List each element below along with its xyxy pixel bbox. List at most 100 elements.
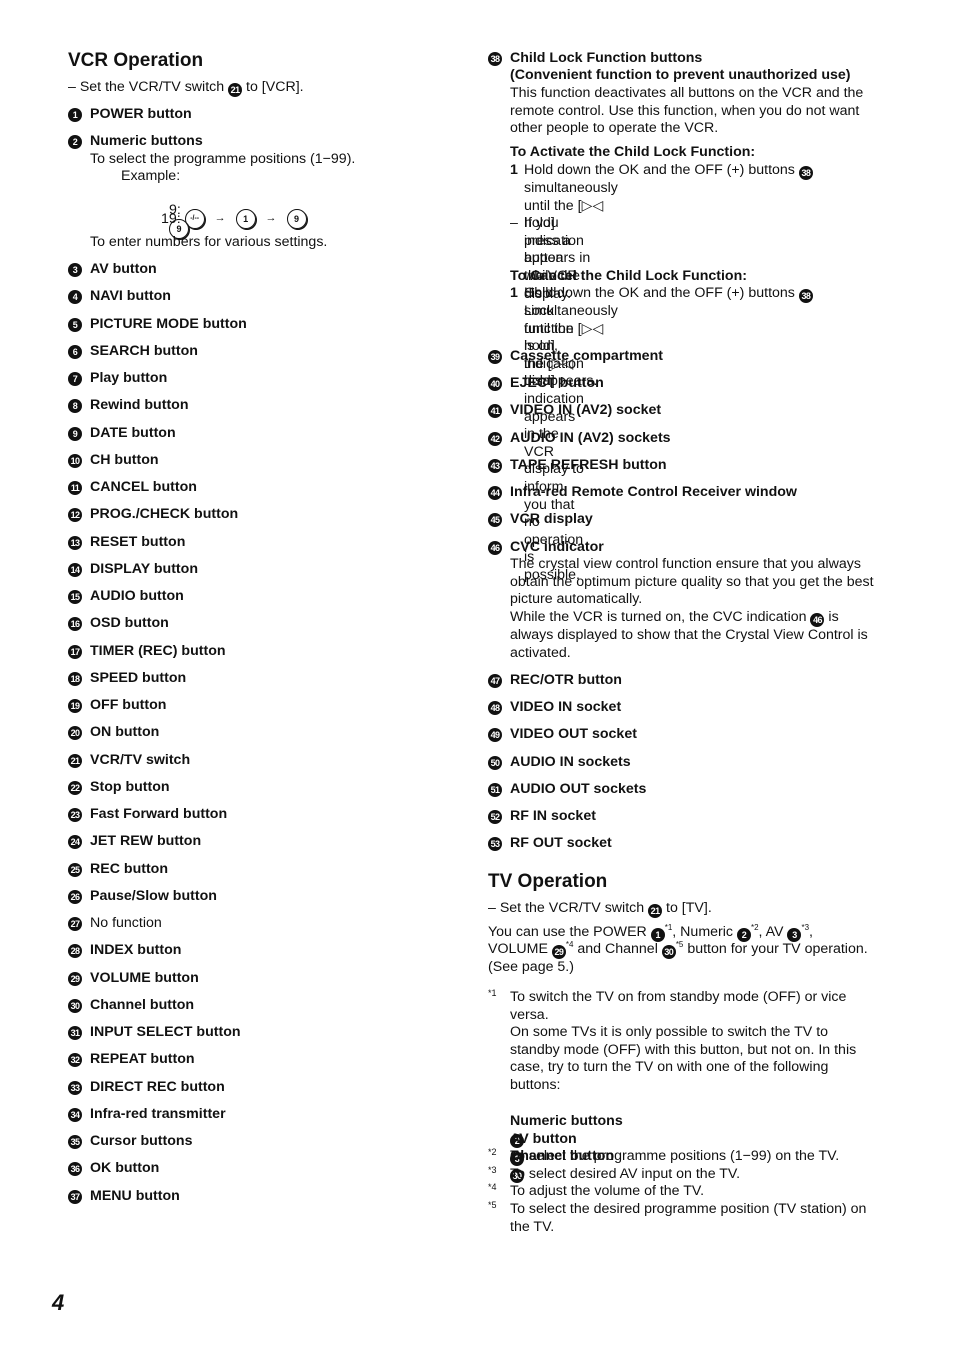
number-30-icon: 30: [68, 998, 82, 1013]
item-label: RESET button: [90, 533, 186, 550]
vcr-switch-note: – Set the VCR/TV switch 21 to [VCR].: [68, 79, 304, 97]
ref-3-icon: 3: [787, 928, 802, 942]
tv-usage-line-2: VOLUME 29*4 and Channel 30*5 button for …: [488, 940, 868, 959]
ref-1-icon: 1: [650, 928, 665, 942]
number-26-icon: 26: [68, 889, 82, 904]
item-label: POWER button: [90, 106, 192, 122]
item-label: Pause/Slow button: [90, 887, 217, 904]
item-label: PROG./CHECK button: [90, 506, 239, 523]
footnote-text: To select the desired programme position…: [510, 1201, 867, 1235]
number-5-icon: 5: [68, 317, 82, 332]
ref-29-icon: 29: [551, 945, 566, 959]
number-28-icon: 28: [68, 944, 82, 959]
item-label: NAVI button: [90, 288, 171, 305]
item-label: Infra-red Remote Control Receiver window: [510, 484, 797, 500]
number-32-icon: 32: [68, 1053, 82, 1068]
item-label: DIRECT REC button: [90, 1078, 225, 1095]
number-41-icon: 41: [488, 404, 502, 419]
item-label: PICTURE MODE button: [90, 315, 247, 332]
number-52-icon: 52: [488, 810, 502, 824]
number-17-icon: 17: [68, 644, 82, 659]
number-31-icon: 31: [68, 1026, 82, 1040]
number-9-icon: 9: [68, 426, 82, 441]
footnote-mark: *4: [488, 1182, 497, 1192]
number-29-icon: 29: [68, 971, 82, 986]
item-label: DATE button: [90, 424, 176, 441]
activate-step-text: Hold down the OK and the OFF (+) buttons…: [524, 162, 813, 180]
footnote-text: To select the programme positions (1−99)…: [510, 1148, 840, 1164]
number-20-icon: 20: [68, 726, 82, 741]
item-label: Channel button: [90, 996, 195, 1013]
footnote-mark: *1: [488, 988, 497, 998]
key-1-icon: 1: [235, 209, 256, 229]
number-14-icon: 14: [68, 562, 82, 577]
child-lock-desc: This function deactivates all buttons on…: [510, 85, 864, 137]
item-label: VOLUME button: [90, 969, 199, 986]
number-48-icon: 48: [488, 701, 502, 716]
item-label: OFF button: [90, 697, 167, 713]
footnote-text: To adjust the volume of the TV.: [510, 1183, 705, 1199]
number-47-icon: 47: [488, 674, 502, 688]
number-23-icon: 23: [68, 808, 82, 822]
arrow-right-icon: →: [214, 212, 226, 225]
cancel-step-num: 1: [510, 285, 518, 301]
item-label: No function: [90, 915, 162, 931]
footnote-text: To switch the TV on from standby mode (O…: [510, 989, 857, 1093]
item-label: REC/OTR button: [510, 672, 622, 688]
number-10-icon: 10: [68, 453, 82, 468]
number-2-icon: 2: [68, 135, 82, 149]
number-7-icon: 7: [68, 372, 82, 386]
number-38-icon: 38: [488, 52, 502, 66]
number-11-icon: 11: [68, 481, 82, 495]
item-label: Child Lock Function buttons: [510, 50, 703, 66]
number-15-icon: 15: [68, 590, 82, 604]
item-label: CANCEL button: [90, 479, 197, 495]
number-8-icon: 8: [68, 399, 82, 414]
arrow-right-icon: →: [265, 212, 277, 225]
item-label: Rewind button: [90, 397, 189, 414]
numeric-desc: To select the programme positions (1−99)…: [90, 151, 356, 167]
item-label: CVC indicator: [510, 539, 604, 555]
number-49-icon: 49: [488, 728, 502, 743]
item-label: SEARCH button: [90, 342, 198, 359]
footnote-text: To select desired AV input on the TV.: [510, 1166, 741, 1182]
ref-38-icon: 38: [798, 166, 813, 180]
item-label: RF OUT socket: [510, 835, 612, 852]
cvc-line-cont: always displayed to show that the Crysta…: [510, 627, 868, 661]
example-label: Example:: [121, 168, 181, 184]
number-40-icon: 40: [488, 377, 502, 392]
item-label: RF IN socket: [510, 808, 596, 824]
number-46-icon: 46: [488, 541, 502, 555]
item-label: Numeric buttons: [90, 133, 203, 149]
item-label: VCR display: [510, 511, 593, 528]
number-6-icon: 6: [68, 344, 82, 359]
item-label: ON button: [90, 724, 160, 741]
dash-mark: –: [510, 215, 518, 231]
item-label: TIMER (REC) button: [90, 642, 226, 659]
item-label: VIDEO IN socket: [510, 699, 622, 716]
number-16-icon: 16: [68, 617, 82, 632]
number-45-icon: 45: [488, 513, 502, 528]
tv-usage-line-1: You can use the POWER 1*1, Numeric 2*2, …: [488, 923, 813, 942]
cvc-desc: The crystal view control function ensure…: [510, 556, 874, 608]
item-label: VIDEO OUT socket: [510, 726, 637, 743]
ref-2-icon: 2: [736, 928, 751, 942]
number-18-icon: 18: [68, 671, 82, 686]
item-label: AUDIO IN (AV2) sockets: [510, 429, 671, 446]
key-dash-icon: -/--: [184, 209, 205, 229]
item-label: VCR/TV switch: [90, 751, 191, 768]
item-label: REC button: [90, 860, 169, 877]
item-label: Play button: [90, 370, 168, 386]
number-44-icon: 44: [488, 486, 502, 500]
number-51-icon: 51: [488, 782, 502, 797]
item-label: Cursor buttons: [90, 1133, 193, 1149]
activate-title: To Activate the Child Lock Function:: [510, 144, 756, 160]
cvc-line: While the VCR is turned on, the CVC indi…: [510, 609, 839, 627]
number-13-icon: 13: [68, 535, 82, 550]
item-label: AUDIO button: [90, 588, 184, 604]
footnote-mark: *2: [488, 1147, 497, 1157]
page-number: 4: [52, 1290, 65, 1315]
item-label: INDEX button: [90, 942, 182, 959]
item-label: AUDIO IN sockets: [510, 753, 631, 770]
number-24-icon: 24: [68, 835, 82, 850]
